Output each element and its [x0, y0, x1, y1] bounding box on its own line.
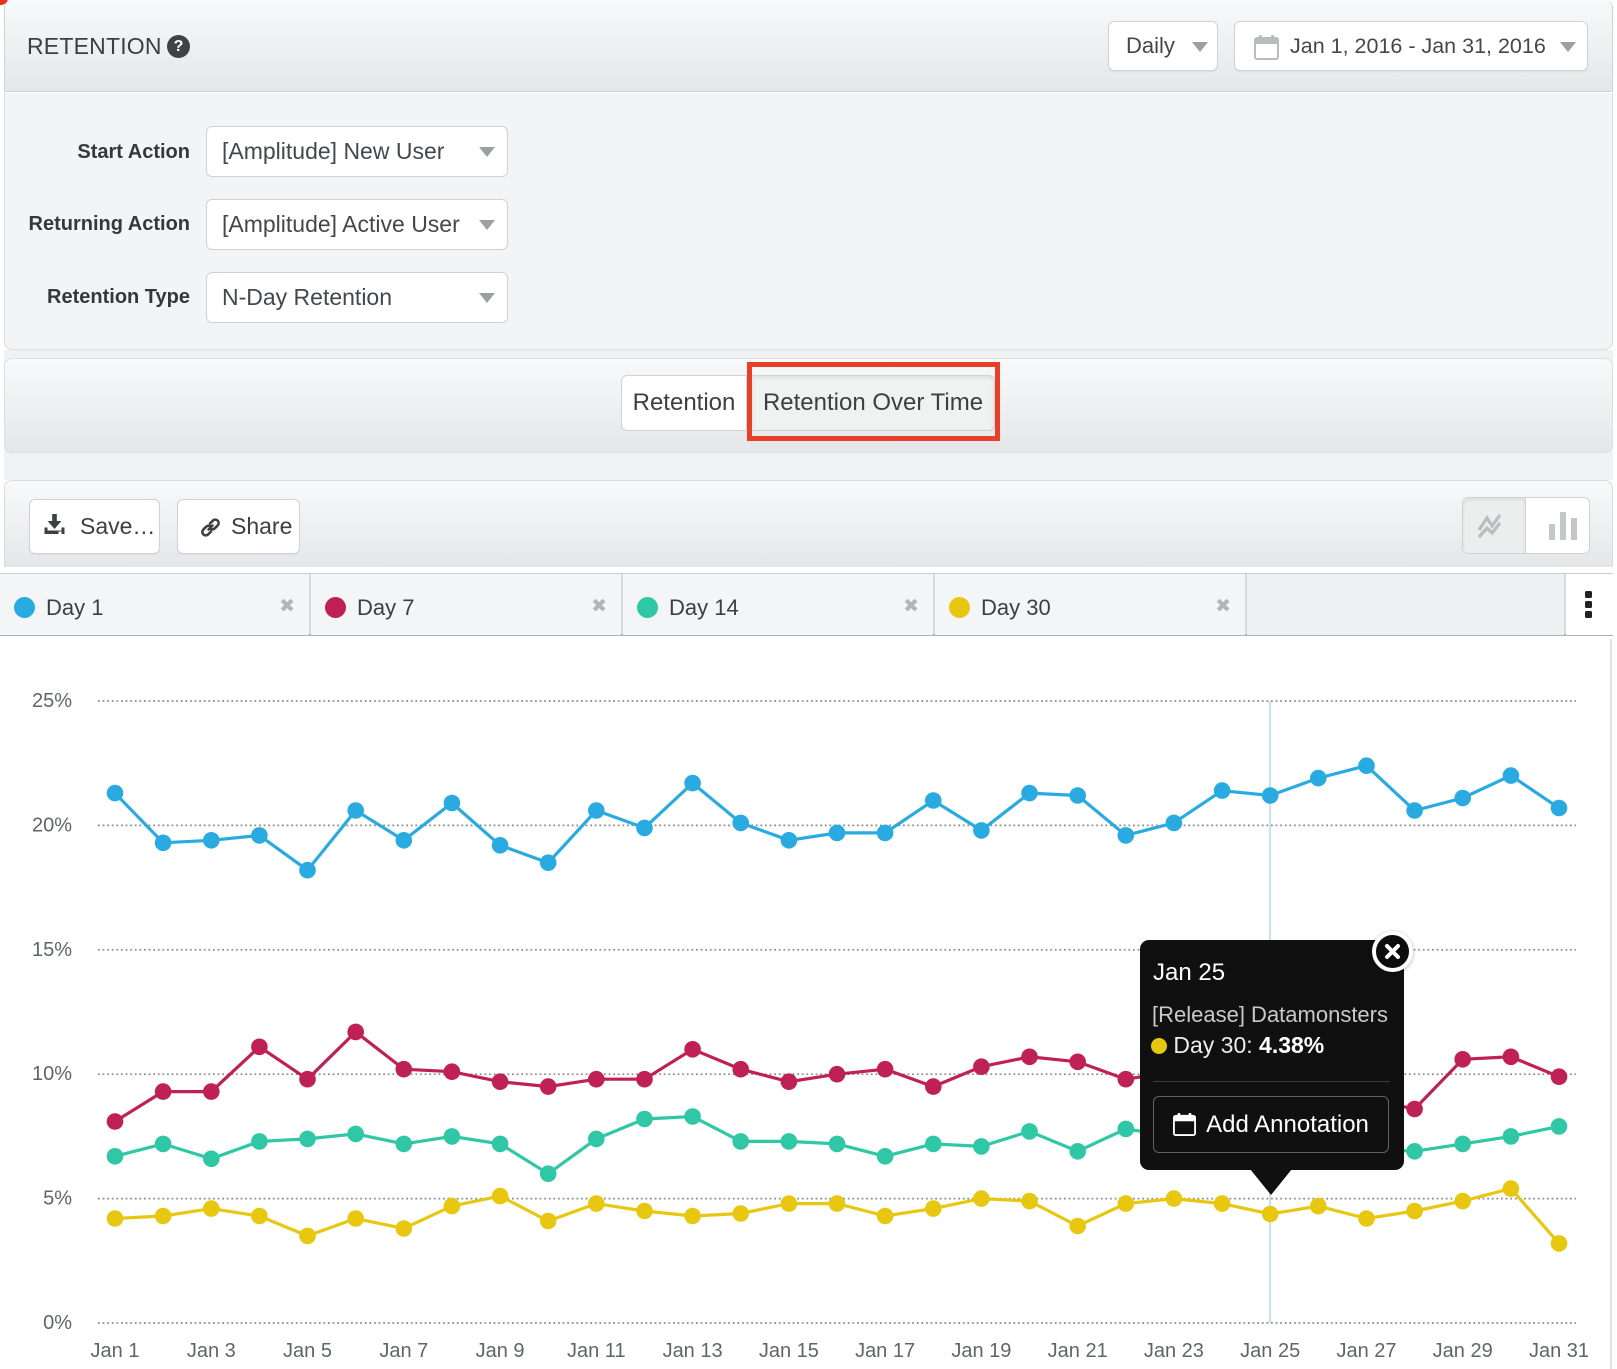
svg-text:Jan 7: Jan 7: [379, 1340, 428, 1362]
svg-text:Jan 31: Jan 31: [1529, 1340, 1589, 1362]
svg-text:20%: 20%: [32, 814, 72, 836]
svg-text:Jan 17: Jan 17: [855, 1340, 915, 1362]
svg-text:5%: 5%: [43, 1188, 72, 1210]
svg-text:15%: 15%: [32, 939, 72, 961]
svg-text:Jan 23: Jan 23: [1144, 1340, 1204, 1362]
svg-text:10%: 10%: [32, 1063, 72, 1085]
svg-text:Jan 29: Jan 29: [1433, 1340, 1493, 1362]
svg-text:Jan 3: Jan 3: [187, 1340, 236, 1362]
svg-text:Jan 21: Jan 21: [1048, 1340, 1108, 1362]
svg-text:0%: 0%: [43, 1312, 72, 1334]
svg-text:Jan 13: Jan 13: [663, 1340, 723, 1362]
svg-text:Jan 11: Jan 11: [567, 1340, 626, 1362]
svg-text:Jan 15: Jan 15: [759, 1340, 819, 1362]
svg-text:Jan 19: Jan 19: [951, 1340, 1011, 1362]
svg-text:Jan 27: Jan 27: [1336, 1340, 1396, 1362]
svg-text:Jan 5: Jan 5: [283, 1340, 332, 1362]
svg-text:25%: 25%: [32, 690, 72, 712]
svg-text:Jan 1: Jan 1: [91, 1340, 140, 1362]
svg-text:Jan 9: Jan 9: [476, 1340, 525, 1362]
svg-text:Jan 25: Jan 25: [1240, 1340, 1300, 1362]
